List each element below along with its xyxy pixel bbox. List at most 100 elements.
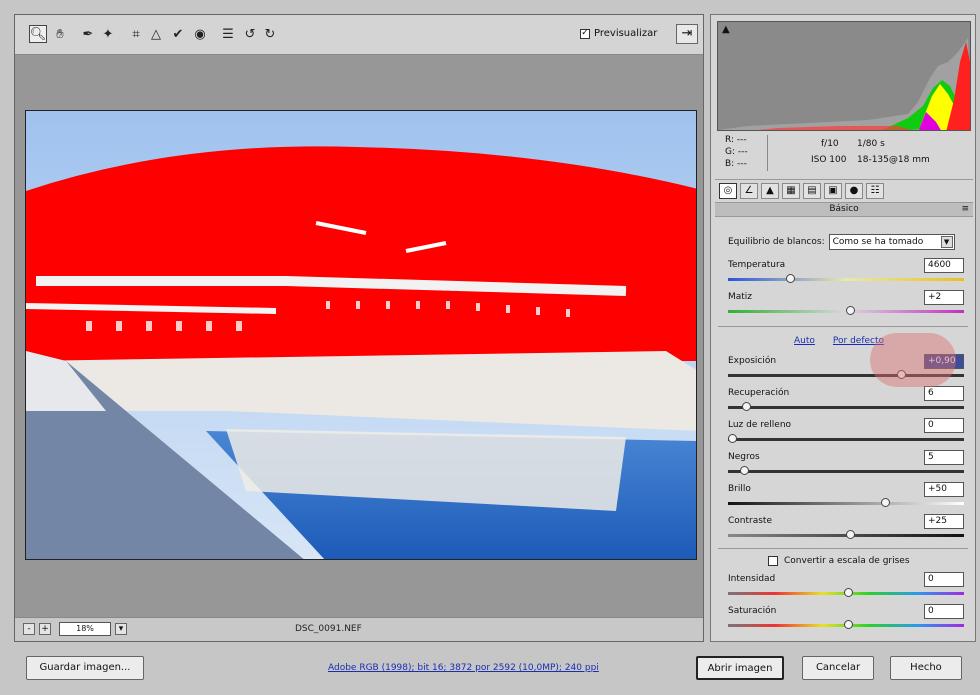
g-readout: G: --- [725, 147, 748, 157]
divider [718, 548, 968, 549]
hand-icon[interactable]: ✋︎ [51, 25, 69, 43]
slider-value-field[interactable]: 4600 [924, 258, 964, 273]
grayscale-checkbox[interactable] [768, 556, 778, 566]
panel-tabs: ◎ ∠ ▲ ▦ ▤ ▣ ● ☷ [715, 179, 973, 203]
auto-row: Auto Por defecto [794, 336, 884, 346]
lens: 18-135@18 mm [857, 155, 930, 165]
save-image-button[interactable]: Guardar imagen... [26, 656, 144, 680]
slider-value-field[interactable]: 0 [924, 418, 964, 433]
red-eye-icon[interactable]: ◉ [191, 25, 209, 43]
zoom-menu-button[interactable]: ▾ [115, 623, 127, 635]
done-button[interactable]: Hecho [890, 656, 962, 680]
grayscale-row: Convertir a escala de grises [768, 556, 910, 566]
grayscale-label: Convertir a escala de grises [784, 556, 910, 566]
toolbar: 🔍︎ ✋︎ ✒︎ ✦ ⌗ △ ✔ ◉ ☰ ↺ ↻ ✓ Previsualizar… [15, 15, 703, 55]
slider-track[interactable] [728, 374, 964, 377]
auto-link[interactable]: Auto [794, 336, 815, 346]
preview-label: Previsualizar [594, 28, 658, 39]
preferences-icon[interactable]: ☰ [219, 25, 237, 43]
lens-icon[interactable]: ▣ [824, 183, 842, 199]
slider-thumb[interactable] [741, 402, 751, 411]
file-name: DSC_0091.NEF [295, 624, 362, 634]
basic-icon[interactable]: ◎ [719, 183, 737, 199]
white-balance-select[interactable]: Como se ha tomado ▼ [828, 234, 955, 250]
slider-value-field[interactable]: +25 [924, 514, 964, 529]
preview-checkbox[interactable]: ✓ Previsualizar [580, 28, 657, 39]
white-balance-icon[interactable]: ✒︎ [79, 25, 97, 43]
slider-thumb[interactable] [846, 306, 856, 315]
presets-icon[interactable]: ☷ [866, 183, 884, 199]
zoom-icon[interactable]: 🔍︎ [29, 25, 47, 43]
slider-label: Temperatura [728, 260, 786, 270]
chevron-down-icon: ▼ [940, 236, 953, 248]
slider-track[interactable] [728, 438, 964, 441]
crop-icon[interactable]: ⌗ [127, 25, 145, 43]
camera-calibration-icon[interactable]: ● [845, 183, 863, 199]
slider-matiz: Matiz +2 [728, 290, 964, 322]
default-link[interactable]: Por defecto [833, 336, 884, 346]
slider-value-field[interactable]: +2 [924, 290, 964, 305]
cancel-button[interactable]: Cancelar [802, 656, 874, 680]
slider-value-field[interactable]: 5 [924, 450, 964, 465]
slider-thumb[interactable] [881, 498, 891, 507]
slider-thumb[interactable] [897, 370, 907, 379]
slider-track[interactable] [728, 406, 964, 409]
b-readout: B: --- [725, 159, 747, 169]
slider-value-field[interactable]: 0 [924, 572, 964, 587]
slider-thumb[interactable] [844, 620, 853, 629]
photo-preview[interactable] [25, 110, 697, 560]
slider-label: Recuperación [728, 388, 790, 398]
spot-removal-icon[interactable]: ✔ [169, 25, 187, 43]
slider-label: Saturación [728, 606, 777, 616]
fullscreen-button[interactable]: ⇥ [676, 24, 698, 44]
split-toning-icon[interactable]: ▤ [803, 183, 821, 199]
slider-thumb[interactable] [786, 274, 795, 283]
preview-check-box[interactable]: ✓ [580, 28, 590, 39]
tone-curve-icon[interactable]: ∠ [740, 183, 758, 199]
slider-value-field[interactable]: 6 [924, 386, 964, 401]
workflow-options-link[interactable]: Adobe RGB (1998); bit 16; 3872 por 2592 … [328, 663, 599, 673]
clipping-warning-icon[interactable]: ▲ [722, 24, 730, 35]
slider-thumb[interactable] [844, 588, 853, 597]
slider-track[interactable] [728, 502, 964, 505]
slider-value-field[interactable]: 0 [924, 604, 964, 619]
hsl-icon[interactable]: ▦ [782, 183, 800, 199]
info-divider [767, 135, 768, 171]
photo-image [26, 111, 696, 559]
slider-temperatura: Temperatura 4600 [728, 258, 964, 290]
slider-track[interactable] [728, 278, 964, 281]
straighten-icon[interactable]: △ [147, 25, 165, 43]
slider-exposicion: Exposición +0,90 [728, 354, 964, 386]
slider-brillo: Brillo +50 [728, 482, 964, 514]
rotate-right-icon[interactable]: ↻ [261, 25, 279, 43]
slider-value-field[interactable]: +50 [924, 482, 964, 497]
slider-luz: Luz de relleno 0 [728, 418, 964, 450]
color-sampler-icon[interactable]: ✦ [99, 25, 117, 43]
slider-thumb[interactable] [846, 530, 856, 539]
slider-value-field[interactable]: +0,90 [924, 354, 964, 369]
slider-label: Contraste [728, 516, 772, 526]
slider-label: Luz de relleno [728, 420, 792, 430]
slider-label: Negros [728, 452, 760, 462]
histogram: ▲ [717, 21, 971, 131]
white-balance-value: Como se ha tomado [832, 237, 924, 247]
preview-pane: 🔍︎ ✋︎ ✒︎ ✦ ⌗ △ ✔ ◉ ☰ ↺ ↻ ✓ Previsualizar… [14, 14, 704, 642]
open-image-button[interactable]: Abrir imagen [696, 656, 784, 680]
panel-menu-icon[interactable]: ≡ [961, 203, 969, 216]
slider-track[interactable] [728, 470, 964, 473]
r-readout: R: --- [725, 135, 747, 145]
detail-icon[interactable]: ▲ [761, 183, 779, 199]
zoom-level[interactable]: 18% [59, 622, 111, 636]
slider-recuperacion: Recuperación 6 [728, 386, 964, 418]
white-balance-label: Equilibrio de blancos: [728, 237, 825, 247]
zoom-out-button[interactable]: - [23, 623, 35, 635]
slider-label: Matiz [728, 292, 753, 302]
status-bar: - + 18% ▾ DSC_0091.NEF [15, 617, 703, 641]
rotate-left-icon[interactable]: ↺ [241, 25, 259, 43]
slider-label: Exposición [728, 356, 777, 366]
zoom-in-button[interactable]: + [39, 623, 51, 635]
panel-header: Básico ≡ [715, 203, 973, 217]
slider-thumb[interactable] [739, 466, 749, 475]
slider-thumb[interactable] [728, 434, 737, 443]
white-balance-row: Equilibrio de blancos: Como se ha tomado… [728, 234, 955, 250]
